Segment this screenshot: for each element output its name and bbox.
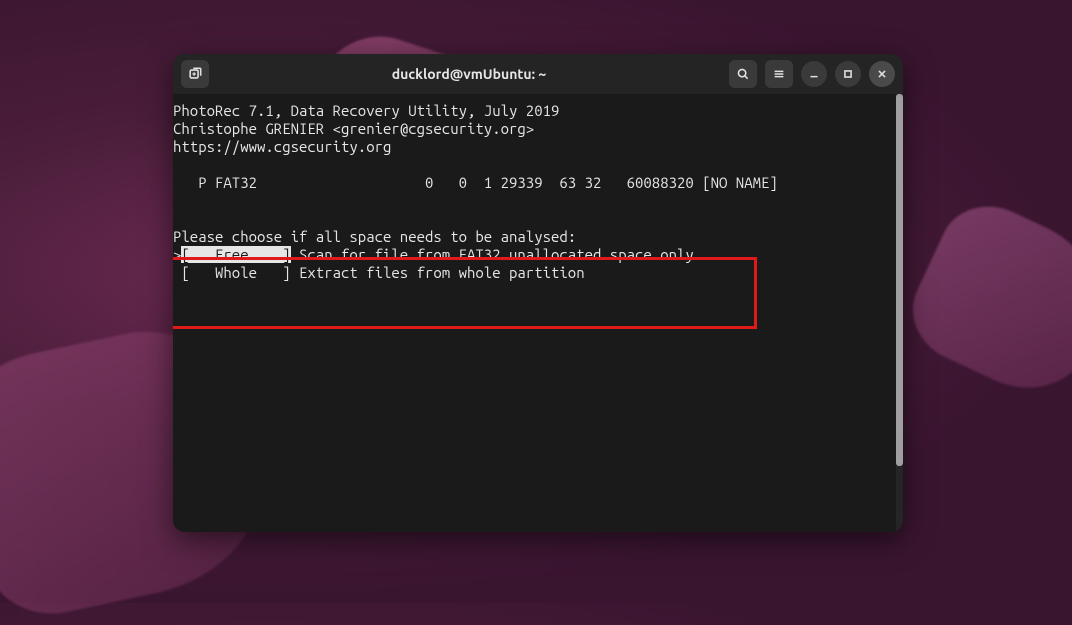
option-whole[interactable]: [ Whole ] Extract files from whole parti… [173,264,896,282]
new-tab-button[interactable] [181,60,209,88]
window-title: ducklord@vmUbuntu: ~ [215,66,723,82]
choose-prompt: Please choose if all space needs to be a… [173,228,896,246]
search-button[interactable] [729,60,757,88]
minimize-button[interactable] [801,61,827,87]
close-button[interactable] [869,61,895,87]
new-tab-icon [188,67,202,81]
option-free[interactable]: >[ Free ] Scan for file from FAT32 unall… [173,246,896,264]
partition-line: P FAT32 0 0 1 29339 63 32 60088320 [NO N… [173,174,896,192]
minimize-icon [807,67,821,81]
maximize-icon [841,67,855,81]
author-line: Christophe GRENIER <grenier@cgsecurity.o… [173,120,896,138]
maximize-button[interactable] [835,61,861,87]
titlebar: ducklord@vmUbuntu: ~ [173,54,903,94]
close-icon [875,67,889,81]
option-free-desc: Scan for file from FAT32 unallocated spa… [291,246,694,263]
search-icon [736,67,750,81]
photorec-header: PhotoRec 7.1, Data Recovery Utility, Jul… [173,102,896,120]
terminal-window: ducklord@vmUbuntu: ~ [173,54,903,532]
terminal-body[interactable]: PhotoRec 7.1, Data Recovery Utility, Jul… [173,94,903,532]
url-line: https://www.cgsecurity.org [173,138,896,156]
terminal-text: PhotoRec 7.1, Data Recovery Utility, Jul… [173,102,896,282]
hamburger-icon [772,67,786,81]
scrollbar-track[interactable] [896,94,903,532]
scrollbar-thumb[interactable] [896,94,903,466]
option-free-label: [ Free ] [181,246,290,263]
wallpaper-shape [897,189,1072,410]
menu-button[interactable] [765,60,793,88]
